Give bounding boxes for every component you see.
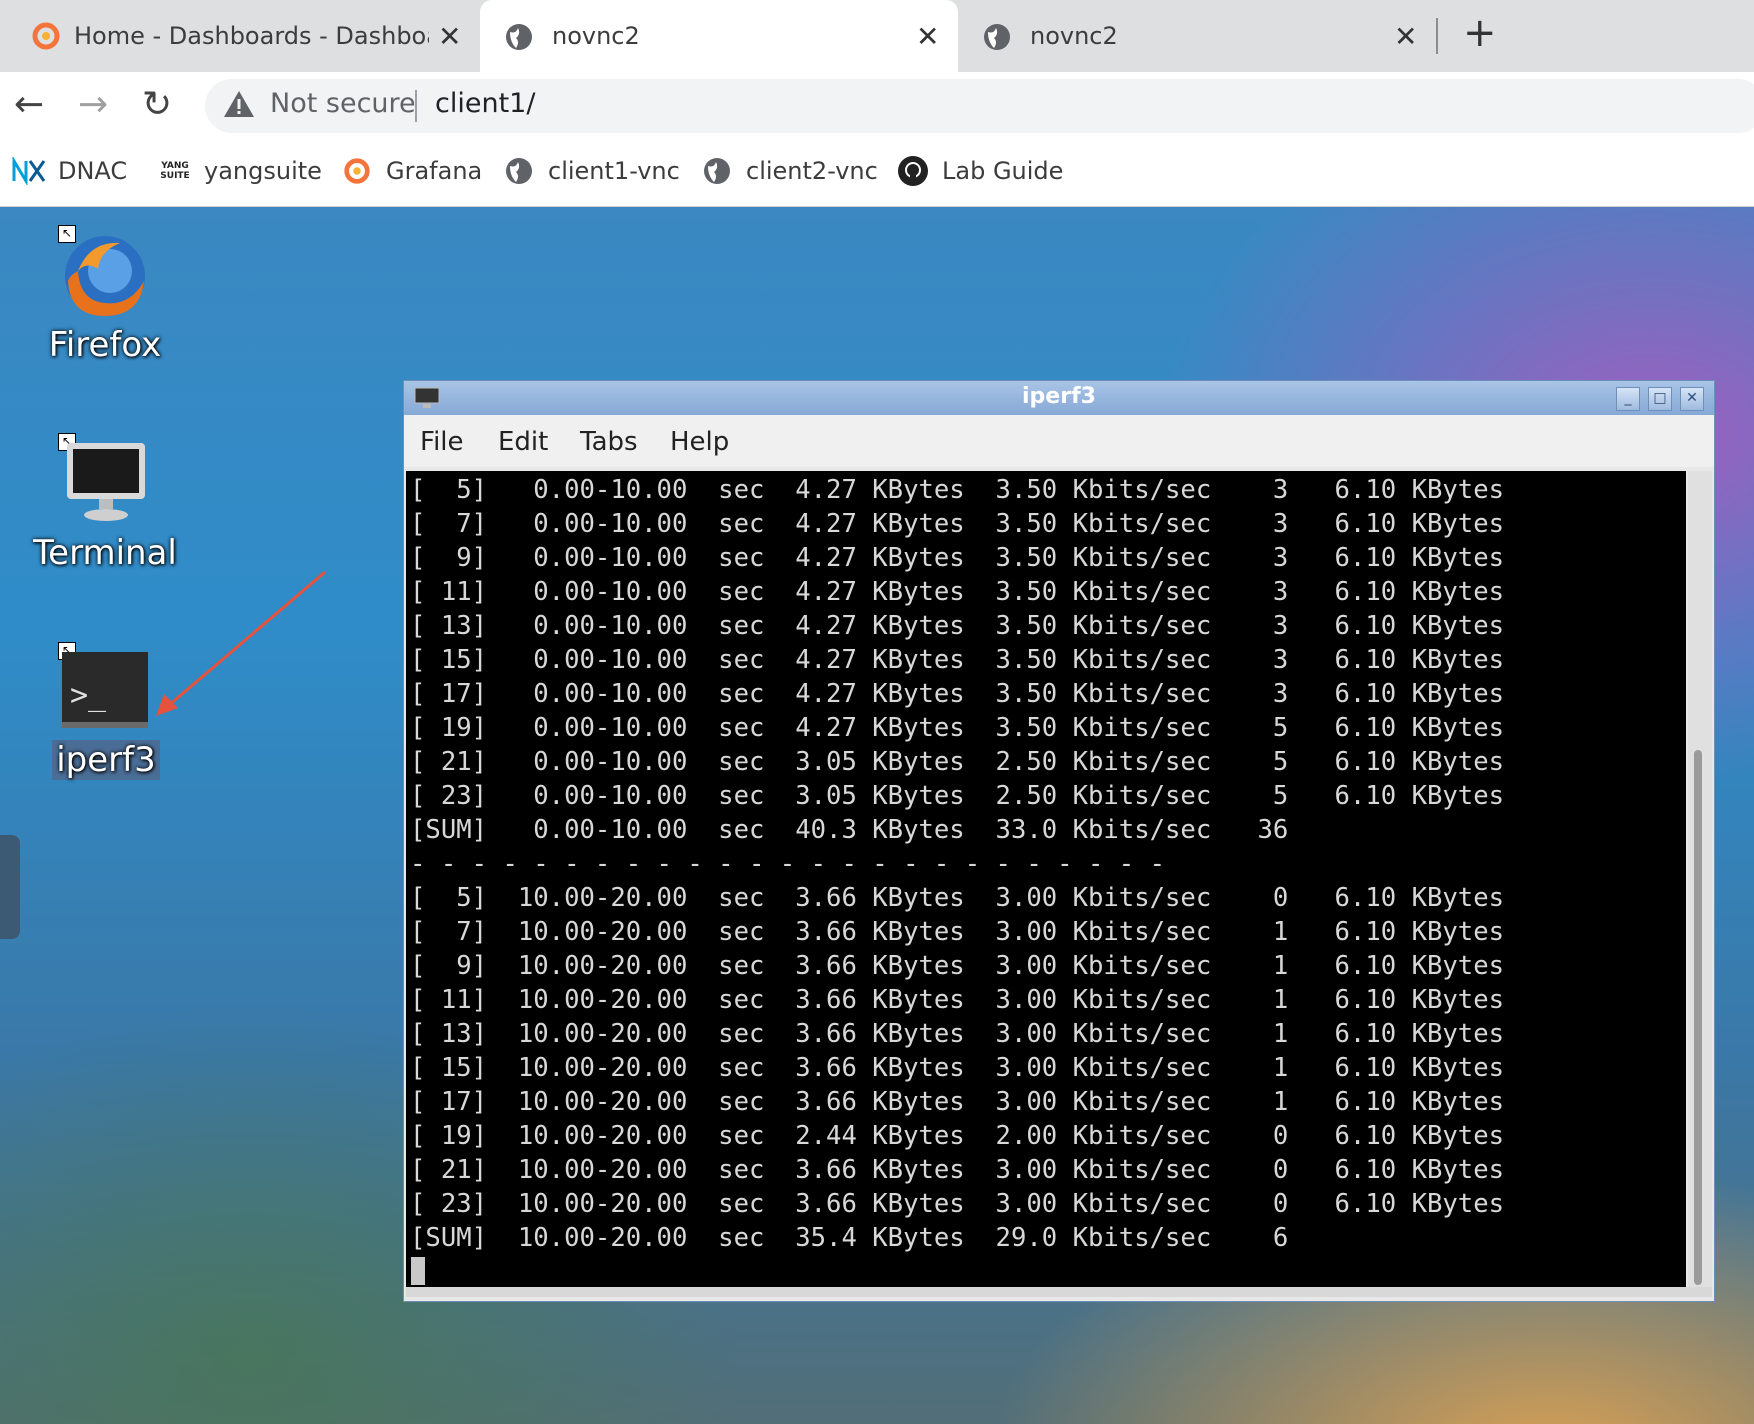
desktop-icon-iperf3[interactable]: ↖ >_ iperf3 (30, 640, 180, 790)
url-text[interactable]: client1/ (435, 88, 535, 119)
warning-icon[interactable] (222, 88, 256, 124)
firefox-icon (60, 231, 150, 325)
desktop-icon-label: iperf3 (52, 740, 160, 780)
bookmark-label: Grafana (386, 157, 483, 185)
yangsuite-icon: YANG SUITE (160, 161, 190, 181)
scrollbar-thumb[interactable] (1694, 750, 1702, 1285)
menu-help[interactable]: Help (670, 427, 729, 457)
forward-icon[interactable]: → (78, 84, 108, 125)
terminal-text: [ 5] 0.00-10.00 sec 4.27 KBytes 3.50 Kbi… (410, 475, 1505, 1253)
minimize-icon[interactable]: _ (1616, 387, 1640, 411)
menu-tabs[interactable]: Tabs (580, 427, 638, 457)
bookmark-yangsuite[interactable]: YANG SUITE yangsuite (158, 156, 322, 186)
tab-title: novnc2 (1030, 22, 1118, 50)
tab-grafana-dashboard[interactable]: Home - Dashboards - Dashboard ✕ (10, 0, 480, 72)
globe-icon (504, 22, 534, 58)
tab-divider (1436, 18, 1438, 54)
tab-title: Home - Dashboards - Dashboard (74, 22, 429, 50)
sidebar-handle[interactable] (0, 835, 20, 939)
horizontal-scrollbar[interactable] (406, 1287, 1712, 1297)
menu-edit[interactable]: Edit (498, 427, 548, 457)
window-title: iperf3 (1022, 384, 1096, 409)
tab-title: novnc2 (552, 22, 640, 50)
terminal-monitor-icon (63, 439, 149, 529)
bookmark-dnac[interactable]: DNAC (12, 156, 127, 186)
desktop-icon-firefox[interactable]: ↖ Firefox (30, 225, 180, 375)
bookmark-client2-vnc[interactable]: client2-vnc (700, 156, 878, 186)
bookmark-client1-vnc[interactable]: client1-vnc (502, 156, 680, 186)
globe-icon (700, 156, 734, 186)
grafana-icon (340, 156, 374, 186)
terminal-window[interactable]: iperf3 _ □ ✕ File Edit Tabs Help [ 5] 0.… (403, 380, 1715, 1302)
globe-icon (982, 22, 1012, 58)
tab-novnc2[interactable]: novnc2 ✕ (958, 0, 1436, 72)
back-icon[interactable]: ← (14, 84, 44, 125)
menu-file[interactable]: File (420, 427, 464, 457)
github-icon (896, 156, 930, 186)
reload-icon[interactable]: ↻ (142, 84, 172, 125)
omnibox-divider (415, 90, 417, 122)
bookmark-label: DNAC (58, 157, 128, 185)
window-menubar: File Edit Tabs Help (404, 415, 1714, 467)
bookmark-label: Lab Guide (942, 157, 1064, 185)
bookmark-label: client2-vnc (746, 157, 878, 185)
close-icon[interactable]: ✕ (1680, 387, 1704, 411)
new-tab-icon[interactable]: + (1463, 10, 1497, 56)
bookmark-grafana[interactable]: Grafana (340, 156, 482, 186)
tab-strip: Home - Dashboards - Dashboard ✕ novnc2 ✕… (0, 0, 1754, 72)
prompt-glyph: >_ (70, 678, 107, 713)
terminal-prompt-icon: >_ (62, 652, 148, 728)
grafana-icon (30, 20, 62, 58)
desktop-icon-label: Firefox (48, 325, 162, 365)
window-title-bar[interactable]: iperf3 _ □ ✕ (404, 381, 1714, 415)
bookmark-label: client1-vnc (548, 157, 680, 185)
globe-icon (502, 156, 536, 186)
security-status[interactable]: Not secure (270, 88, 416, 119)
close-icon[interactable]: ✕ (438, 20, 461, 53)
bookmark-label: yangsuite (204, 157, 322, 185)
desktop-icon-terminal[interactable]: ↖ Terminal (30, 433, 180, 583)
bookmark-lab-guide[interactable]: Lab Guide (896, 156, 1063, 186)
tab-novnc2-active[interactable]: novnc2 ✕ (480, 0, 958, 72)
maximize-icon[interactable]: □ (1648, 387, 1672, 411)
text-cursor (411, 1257, 425, 1285)
terminal-output[interactable]: [ 5] 0.00-10.00 sec 4.27 KBytes 3.50 Kbi… (406, 471, 1686, 1287)
dnac-icon (12, 156, 46, 186)
desktop-icon-label: Terminal (33, 533, 177, 573)
close-icon[interactable]: ✕ (916, 20, 939, 53)
close-icon[interactable]: ✕ (1394, 20, 1417, 53)
